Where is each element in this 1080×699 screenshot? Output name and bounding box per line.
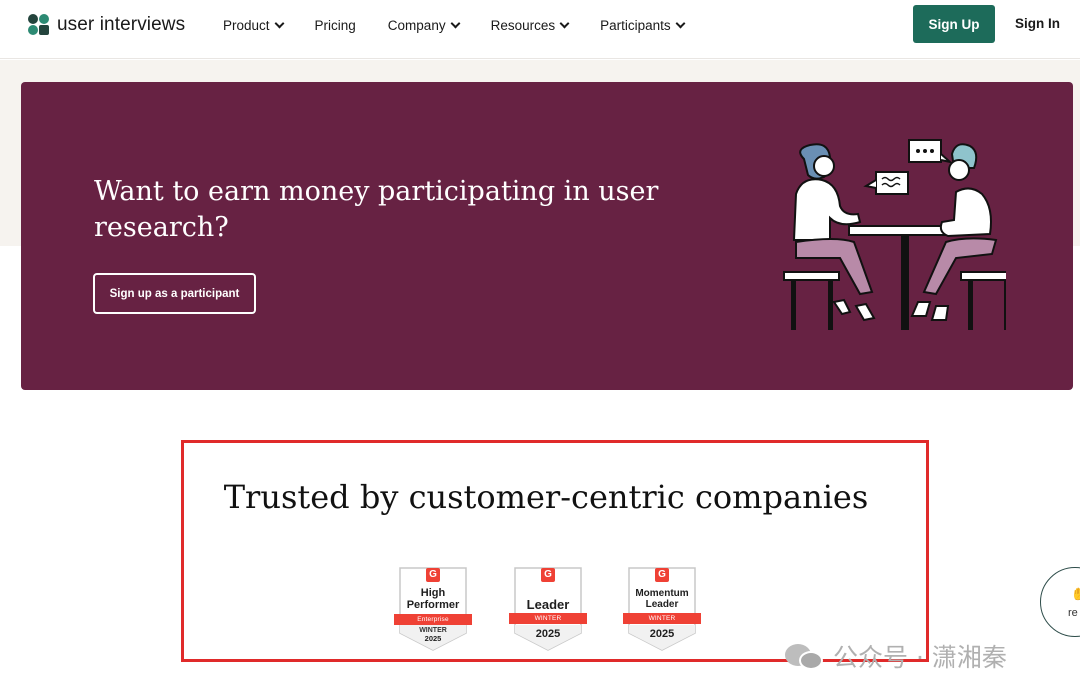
nav-item-participants[interactable]: Participants [600, 16, 686, 34]
g2-logo-icon: G [655, 568, 669, 582]
participant-hero-banner: Want to earn money participating in user… [21, 82, 1073, 390]
interview-illustration [783, 139, 1006, 330]
badge-title: Leader [526, 597, 570, 612]
sign-up-button[interactable]: Sign Up [913, 5, 995, 43]
badge-ribbon: WINTER [623, 613, 701, 624]
badge-ribbon: Enterprise [394, 614, 472, 625]
nav-item-company[interactable]: Company [387, 16, 461, 34]
badge-ribbon: WINTER [509, 613, 587, 624]
logo-icon [28, 14, 50, 36]
chevron-down-icon [274, 18, 284, 28]
participant-signup-button[interactable]: Sign up as a participant [93, 273, 256, 314]
nav-item-label: Resources [490, 17, 556, 33]
wechat-icon [785, 642, 823, 670]
badge-year: 2025 [424, 634, 442, 643]
logo[interactable]: user interviews [28, 13, 185, 37]
main-menu: Product Pricing Company Resources Partic… [223, 16, 716, 34]
g2-logo-icon: G [541, 568, 555, 582]
sign-in-link[interactable]: Sign In [1015, 16, 1060, 31]
logo-text: user interviews [57, 14, 186, 35]
badge-title: Momentum Leader [635, 588, 689, 610]
chevron-down-icon [675, 18, 686, 28]
nav-item-product[interactable]: Product [223, 16, 284, 34]
top-nav: user interviews Product Pricing Company … [0, 0, 1080, 59]
nav-item-label: Pricing [314, 17, 356, 33]
g2-badge-high-performer: G High Performer Enterprise WINTER 2025 [394, 567, 472, 651]
badge-season: WINTER [419, 627, 447, 634]
badge-year: 2025 [649, 628, 675, 640]
watermark-text: 公众号 · 潇湘秦 [833, 643, 1007, 672]
watermark: 公众号 · 潇湘秦 [785, 640, 1007, 672]
g2-badge-leader: G Leader WINTER 2025 [509, 567, 587, 651]
g2-logo-icon: G [426, 568, 440, 582]
badge-year: 2025 [535, 628, 561, 640]
nav-item-pricing[interactable]: Pricing [315, 16, 356, 34]
chat-widget-text: re [1068, 607, 1078, 619]
nav-item-resources[interactable]: Resources [490, 16, 570, 34]
speech-bubble-icon [908, 139, 954, 164]
nav-item-label: Participants [600, 17, 671, 33]
nav-item-label: Company [387, 17, 446, 33]
chevron-down-icon [559, 18, 570, 28]
chevron-down-icon [450, 18, 461, 28]
badge-title: High Performer [406, 587, 460, 611]
g2-badge-momentum-leader: G Momentum Leader WINTER 2025 [623, 567, 701, 651]
nav-item-label: Product [223, 17, 270, 33]
hero-title: Want to earn money participating in user… [94, 176, 659, 243]
trust-title: Trusted by customer-centric companies [223, 478, 869, 516]
speech-bubble-icon [863, 171, 909, 195]
wave-icon: ✋ [1071, 587, 1080, 601]
